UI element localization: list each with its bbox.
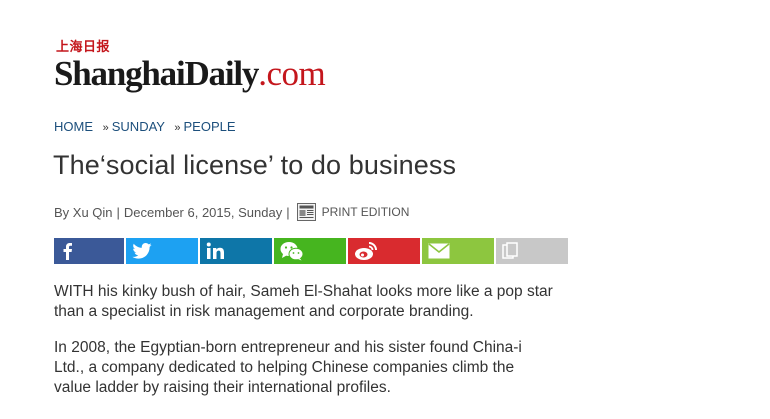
linkedin-icon	[206, 242, 224, 259]
breadcrumb-sunday[interactable]: SUNDAY	[112, 119, 165, 134]
share-linkedin-button[interactable]	[200, 238, 272, 264]
byline: By Xu Qin | December 6, 2015, Sunday | P…	[54, 203, 409, 221]
newspaper-icon[interactable]	[296, 203, 316, 221]
breadcrumb-separator: »	[102, 122, 109, 134]
logo-chinese[interactable]: 上海日报	[56, 36, 110, 55]
byline-author[interactable]: By Xu Qin	[54, 205, 113, 220]
breadcrumb-separator: »	[174, 122, 181, 134]
site-logo[interactable]: ShanghaiDaily.com	[54, 54, 326, 94]
breadcrumb: HOME » SUNDAY » PEOPLE	[54, 119, 236, 134]
logo-brand: ShanghaiDaily	[54, 54, 259, 93]
share-bar	[54, 238, 568, 264]
facebook-icon	[63, 243, 72, 260]
share-copy-button[interactable]	[496, 238, 568, 264]
breadcrumb-people[interactable]: PEOPLE	[183, 119, 235, 134]
share-weibo-button[interactable]	[348, 238, 420, 264]
article-paragraph: WITH his kinky bush of hair, Sameh El-Sh…	[54, 283, 553, 320]
share-wechat-button[interactable]	[274, 238, 346, 264]
byline-separator: |	[286, 204, 290, 220]
weibo-icon	[355, 242, 377, 260]
twitter-icon	[132, 243, 152, 259]
breadcrumb-home[interactable]: HOME	[54, 119, 93, 134]
article-title: The‘social license’ to do business	[53, 150, 457, 180]
byline-separator: |	[116, 204, 120, 220]
share-email-button[interactable]	[422, 238, 494, 264]
article-body: WITH his kinky bush of hair, Sameh El-Sh…	[54, 282, 554, 414]
wechat-icon	[280, 242, 304, 261]
copy-icon	[502, 242, 518, 259]
share-facebook-button[interactable]	[54, 238, 124, 264]
byline-date: December 6, 2015, Sunday	[123, 204, 283, 220]
print-edition-link[interactable]: PRINT EDITION	[322, 205, 410, 219]
logo-tld: com	[266, 54, 326, 93]
share-twitter-button[interactable]	[126, 238, 198, 264]
article-paragraph: In 2008, the Egyptian-born entrepreneur …	[54, 339, 522, 396]
email-icon	[428, 243, 450, 259]
